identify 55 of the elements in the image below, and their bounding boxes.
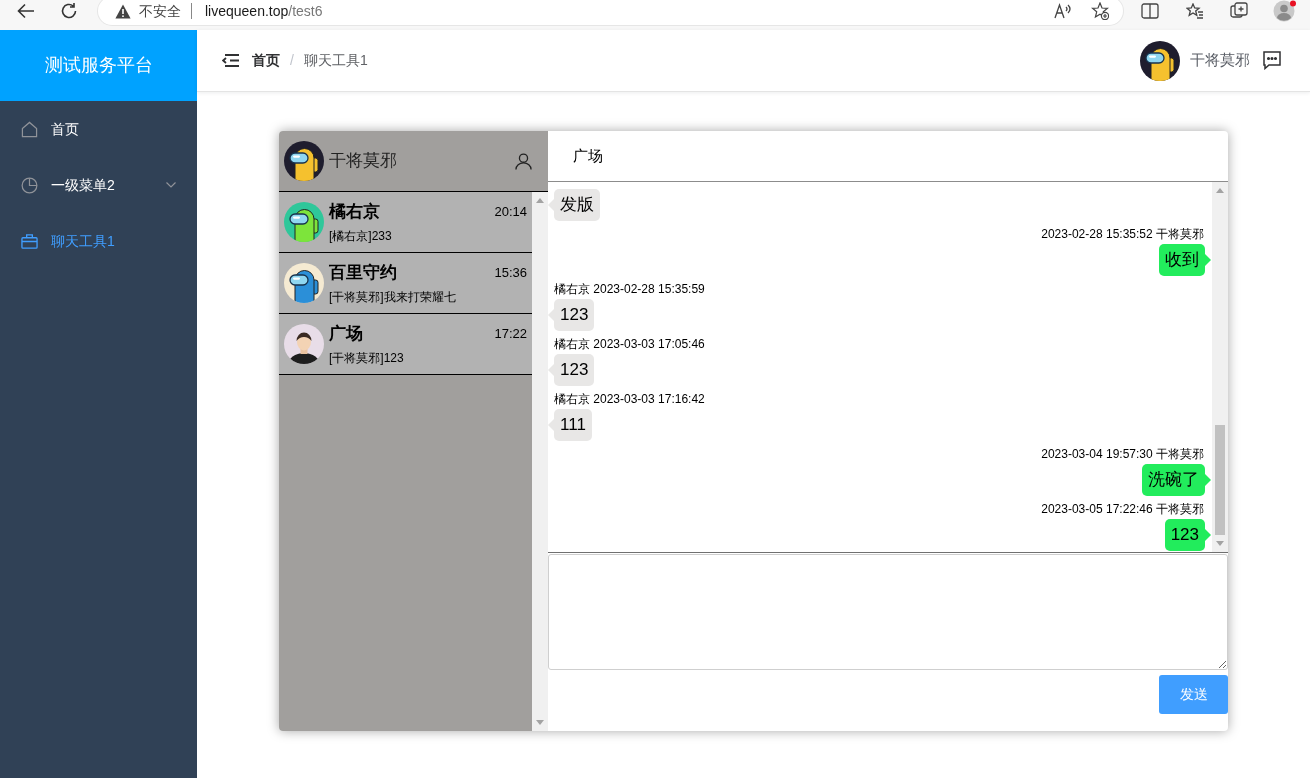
read-aloud-icon[interactable] bbox=[1054, 3, 1072, 19]
pie-chart-icon bbox=[21, 176, 38, 194]
user-icon[interactable] bbox=[515, 152, 532, 170]
message-meta: 2023-03-04 19:57:30 干将莫邪 bbox=[1041, 447, 1204, 461]
menu-fold-icon[interactable] bbox=[222, 54, 239, 67]
favorite-add-icon[interactable] bbox=[1091, 2, 1109, 20]
scrollbar-thumb[interactable] bbox=[1215, 425, 1225, 535]
last-message-preview: [干将莫邪]123 bbox=[329, 350, 405, 366]
chat-room-title: 广场 bbox=[573, 145, 603, 166]
chevron-down-icon bbox=[166, 182, 176, 188]
contact-name: 百里守约 bbox=[329, 261, 397, 284]
profile-icon[interactable] bbox=[1273, 0, 1297, 22]
back-icon[interactable] bbox=[17, 3, 35, 19]
message-meta: 2023-02-28 15:35:52 干将莫邪 bbox=[1041, 227, 1204, 241]
conversation-item[interactable]: 广场 17:22 [干将莫邪]123 bbox=[279, 314, 532, 375]
menu-item[interactable]: 首页 bbox=[0, 101, 197, 157]
breadcrumb-separator: / bbox=[290, 51, 294, 70]
last-message-time: 17:22 bbox=[494, 324, 527, 343]
last-message-time: 15:36 bbox=[494, 263, 527, 282]
conversation-item[interactable]: 百里守约 15:36 [干将莫邪]我来打荣耀七 bbox=[279, 253, 532, 314]
message-meta: 橘右京 2023-03-03 17:16:42 bbox=[554, 392, 705, 406]
breadcrumb-item[interactable]: 首页 bbox=[252, 50, 280, 71]
menu-item[interactable]: 一级菜单2 bbox=[0, 157, 197, 213]
url-text: livequeen.top/test6 bbox=[205, 1, 323, 21]
collections-icon[interactable] bbox=[1230, 2, 1248, 20]
split-screen-icon[interactable] bbox=[1141, 3, 1159, 19]
home-icon bbox=[21, 120, 38, 138]
crewmate-avatar-icon bbox=[284, 141, 324, 181]
address-bar[interactable]: 不安全 livequeen.top/test6 bbox=[98, 0, 1123, 25]
person-avatar-icon bbox=[284, 324, 324, 364]
app-title-bar: 测试服务平台 bbox=[0, 30, 197, 101]
contact-name: 广场 bbox=[329, 322, 363, 345]
warning-icon[interactable] bbox=[115, 3, 131, 19]
breadcrumb-item: 聊天工具1 bbox=[303, 51, 368, 70]
scrollbar[interactable] bbox=[1212, 182, 1228, 552]
last-message-preview: [橘右京]233 bbox=[329, 228, 393, 244]
message-meta: 2023-03-05 17:22:46 干将莫邪 bbox=[1041, 502, 1204, 516]
refresh-icon[interactable] bbox=[60, 2, 78, 20]
message-meta: 橘右京 2023-02-28 15:35:59 bbox=[554, 282, 705, 296]
last-message-preview: [干将莫邪]我来打荣耀七 bbox=[329, 289, 457, 305]
crewmate-avatar-icon bbox=[284, 263, 324, 303]
my-name: 干将莫邪 bbox=[329, 150, 397, 173]
last-message-time: 20:14 bbox=[494, 202, 527, 221]
crewmate-avatar-icon bbox=[1140, 40, 1180, 81]
favorites-icon[interactable] bbox=[1186, 3, 1204, 19]
user-name[interactable]: 干将莫邪 bbox=[1190, 49, 1250, 72]
message-input[interactable] bbox=[548, 554, 1228, 670]
conversation-item[interactable]: 橘右京 20:14 [橘右京]233 bbox=[279, 192, 532, 253]
message-meta: 橘右京 2023-03-03 17:05:46 bbox=[554, 337, 705, 351]
briefcase-icon bbox=[21, 232, 38, 250]
contact-name: 橘右京 bbox=[329, 200, 380, 223]
menu-item[interactable]: 聊天工具1 bbox=[0, 213, 197, 269]
chat-icon[interactable] bbox=[1262, 51, 1282, 70]
crewmate-avatar-icon bbox=[284, 202, 324, 242]
security-label: 不安全 bbox=[139, 1, 181, 21]
